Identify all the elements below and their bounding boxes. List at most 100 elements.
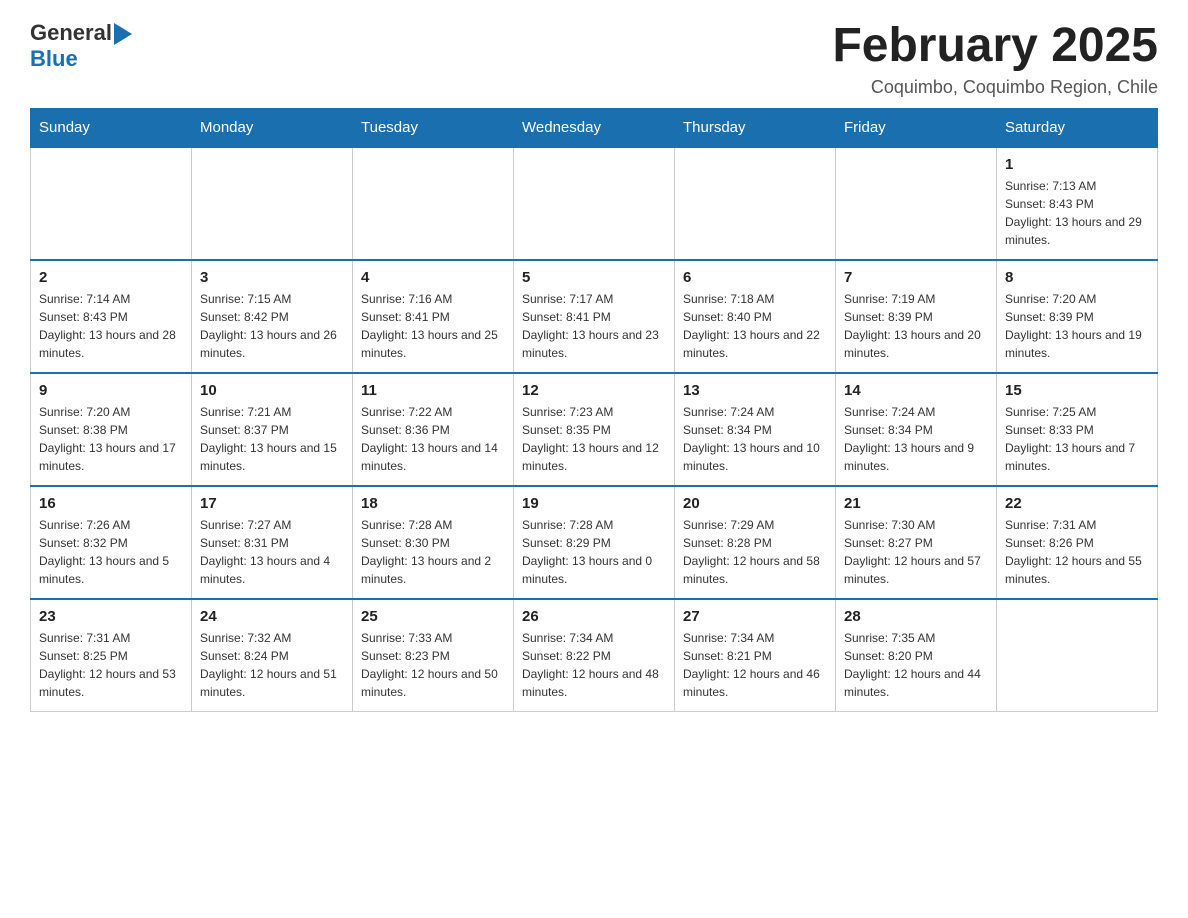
day-cell: 26 Sunrise: 7:34 AMSunset: 8:22 PMDayligh… xyxy=(514,599,675,712)
day-number: 14 xyxy=(844,382,988,399)
weekday-header-sunday: Sunday xyxy=(31,108,192,147)
day-number: 19 xyxy=(522,495,666,512)
day-number: 7 xyxy=(844,269,988,286)
day-cell xyxy=(514,147,675,260)
day-number: 16 xyxy=(39,495,183,512)
day-cell xyxy=(836,147,997,260)
day-cell: 12 Sunrise: 7:23 AMSunset: 8:35 PMDayligh… xyxy=(514,373,675,486)
day-sun-info: Sunrise: 7:30 AMSunset: 8:27 PMDaylight:… xyxy=(844,516,988,588)
day-sun-info: Sunrise: 7:15 AMSunset: 8:42 PMDaylight:… xyxy=(200,290,344,362)
day-number: 10 xyxy=(200,382,344,399)
day-number: 22 xyxy=(1005,495,1149,512)
day-sun-info: Sunrise: 7:19 AMSunset: 8:39 PMDaylight:… xyxy=(844,290,988,362)
day-sun-info: Sunrise: 7:17 AMSunset: 8:41 PMDaylight:… xyxy=(522,290,666,362)
day-cell: 5 Sunrise: 7:17 AMSunset: 8:41 PMDaylight… xyxy=(514,260,675,373)
day-sun-info: Sunrise: 7:31 AMSunset: 8:26 PMDaylight:… xyxy=(1005,516,1149,588)
day-sun-info: Sunrise: 7:25 AMSunset: 8:33 PMDaylight:… xyxy=(1005,403,1149,475)
week-row-1: 1 Sunrise: 7:13 AMSunset: 8:43 PMDaylight… xyxy=(31,147,1158,260)
day-cell xyxy=(31,147,192,260)
day-cell: 23 Sunrise: 7:31 AMSunset: 8:25 PMDayligh… xyxy=(31,599,192,712)
day-sun-info: Sunrise: 7:34 AMSunset: 8:21 PMDaylight:… xyxy=(683,629,827,701)
day-number: 9 xyxy=(39,382,183,399)
day-sun-info: Sunrise: 7:22 AMSunset: 8:36 PMDaylight:… xyxy=(361,403,505,475)
day-number: 27 xyxy=(683,608,827,625)
day-number: 21 xyxy=(844,495,988,512)
week-row-3: 9 Sunrise: 7:20 AMSunset: 8:38 PMDaylight… xyxy=(31,373,1158,486)
day-number: 23 xyxy=(39,608,183,625)
week-row-4: 16 Sunrise: 7:26 AMSunset: 8:32 PMDayligh… xyxy=(31,486,1158,599)
weekday-header-thursday: Thursday xyxy=(675,108,836,147)
day-cell: 4Sunrise: 7:16 AMSunset: 8:41 PMDaylight… xyxy=(353,260,514,373)
day-number: 1 xyxy=(1005,156,1149,173)
title-section: February 2025 Coquimbo, Coquimbo Region,… xyxy=(832,20,1158,98)
weekday-header-row: SundayMondayTuesdayWednesdayThursdayFrid… xyxy=(31,108,1158,147)
weekday-header-saturday: Saturday xyxy=(997,108,1158,147)
day-cell: 19 Sunrise: 7:28 AMSunset: 8:29 PMDayligh… xyxy=(514,486,675,599)
day-sun-info: Sunrise: 7:20 AMSunset: 8:38 PMDaylight:… xyxy=(39,403,183,475)
day-cell: 25Sunrise: 7:33 AMSunset: 8:23 PMDayligh… xyxy=(353,599,514,712)
day-cell xyxy=(353,147,514,260)
day-number: 2 xyxy=(39,269,183,286)
day-cell xyxy=(192,147,353,260)
day-cell: 13Sunrise: 7:24 AMSunset: 8:34 PMDayligh… xyxy=(675,373,836,486)
day-sun-info: Sunrise: 7:14 AMSunset: 8:43 PMDaylight:… xyxy=(39,290,183,362)
day-sun-info: Sunrise: 7:13 AMSunset: 8:43 PMDaylight:… xyxy=(1005,177,1149,249)
day-sun-info: Sunrise: 7:34 AMSunset: 8:22 PMDaylight:… xyxy=(522,629,666,701)
day-number: 3 xyxy=(200,269,344,286)
day-cell: 27 Sunrise: 7:34 AMSunset: 8:21 PMDayligh… xyxy=(675,599,836,712)
day-number: 28 xyxy=(844,608,988,625)
day-number: 12 xyxy=(522,382,666,399)
day-cell: 22 Sunrise: 7:31 AMSunset: 8:26 PMDayligh… xyxy=(997,486,1158,599)
day-cell xyxy=(997,599,1158,712)
day-cell: 9 Sunrise: 7:20 AMSunset: 8:38 PMDaylight… xyxy=(31,373,192,486)
day-sun-info: Sunrise: 7:18 AMSunset: 8:40 PMDaylight:… xyxy=(683,290,827,362)
location-label: Coquimbo, Coquimbo Region, Chile xyxy=(832,77,1158,98)
day-cell: 24Sunrise: 7:32 AMSunset: 8:24 PMDayligh… xyxy=(192,599,353,712)
day-sun-info: Sunrise: 7:26 AMSunset: 8:32 PMDaylight:… xyxy=(39,516,183,588)
page-header: General Blue February 2025 Coquimbo, Coq… xyxy=(30,20,1158,98)
day-number: 6 xyxy=(683,269,827,286)
day-number: 26 xyxy=(522,608,666,625)
day-number: 18 xyxy=(361,495,505,512)
month-title: February 2025 xyxy=(832,20,1158,73)
day-number: 4 xyxy=(361,269,505,286)
day-cell: 18 Sunrise: 7:28 AMSunset: 8:30 PMDayligh… xyxy=(353,486,514,599)
logo: General Blue xyxy=(30,20,132,72)
day-cell: 15 Sunrise: 7:25 AMSunset: 8:33 PMDayligh… xyxy=(997,373,1158,486)
day-sun-info: Sunrise: 7:33 AMSunset: 8:23 PMDaylight:… xyxy=(361,629,505,701)
day-number: 5 xyxy=(522,269,666,286)
day-number: 24 xyxy=(200,608,344,625)
logo-arrow-icon xyxy=(114,23,132,45)
logo-blue-text: Blue xyxy=(30,46,78,72)
calendar-table: SundayMondayTuesdayWednesdayThursdayFrid… xyxy=(30,108,1158,712)
day-sun-info: Sunrise: 7:28 AMSunset: 8:29 PMDaylight:… xyxy=(522,516,666,588)
logo-general-text: General xyxy=(30,20,112,46)
day-cell: 16 Sunrise: 7:26 AMSunset: 8:32 PMDayligh… xyxy=(31,486,192,599)
day-number: 17 xyxy=(200,495,344,512)
day-cell: 1 Sunrise: 7:13 AMSunset: 8:43 PMDaylight… xyxy=(997,147,1158,260)
day-number: 13 xyxy=(683,382,827,399)
day-sun-info: Sunrise: 7:31 AMSunset: 8:25 PMDaylight:… xyxy=(39,629,183,701)
day-sun-info: Sunrise: 7:20 AMSunset: 8:39 PMDaylight:… xyxy=(1005,290,1149,362)
day-cell: 20Sunrise: 7:29 AMSunset: 8:28 PMDayligh… xyxy=(675,486,836,599)
day-sun-info: Sunrise: 7:23 AMSunset: 8:35 PMDaylight:… xyxy=(522,403,666,475)
day-cell: 6 Sunrise: 7:18 AMSunset: 8:40 PMDaylight… xyxy=(675,260,836,373)
day-sun-info: Sunrise: 7:28 AMSunset: 8:30 PMDaylight:… xyxy=(361,516,505,588)
weekday-header-tuesday: Tuesday xyxy=(353,108,514,147)
day-cell: 11Sunrise: 7:22 AMSunset: 8:36 PMDayligh… xyxy=(353,373,514,486)
day-cell: 21 Sunrise: 7:30 AMSunset: 8:27 PMDayligh… xyxy=(836,486,997,599)
day-number: 15 xyxy=(1005,382,1149,399)
week-row-5: 23 Sunrise: 7:31 AMSunset: 8:25 PMDayligh… xyxy=(31,599,1158,712)
week-row-2: 2 Sunrise: 7:14 AMSunset: 8:43 PMDaylight… xyxy=(31,260,1158,373)
day-sun-info: Sunrise: 7:24 AMSunset: 8:34 PMDaylight:… xyxy=(844,403,988,475)
day-sun-info: Sunrise: 7:21 AMSunset: 8:37 PMDaylight:… xyxy=(200,403,344,475)
day-number: 20 xyxy=(683,495,827,512)
day-cell: 3 Sunrise: 7:15 AMSunset: 8:42 PMDaylight… xyxy=(192,260,353,373)
day-cell: 14 Sunrise: 7:24 AMSunset: 8:34 PMDayligh… xyxy=(836,373,997,486)
day-cell: 8Sunrise: 7:20 AMSunset: 8:39 PMDaylight… xyxy=(997,260,1158,373)
day-cell: 2 Sunrise: 7:14 AMSunset: 8:43 PMDaylight… xyxy=(31,260,192,373)
day-cell: 10 Sunrise: 7:21 AMSunset: 8:37 PMDayligh… xyxy=(192,373,353,486)
day-sun-info: Sunrise: 7:27 AMSunset: 8:31 PMDaylight:… xyxy=(200,516,344,588)
weekday-header-monday: Monday xyxy=(192,108,353,147)
day-cell: 17 Sunrise: 7:27 AMSunset: 8:31 PMDayligh… xyxy=(192,486,353,599)
